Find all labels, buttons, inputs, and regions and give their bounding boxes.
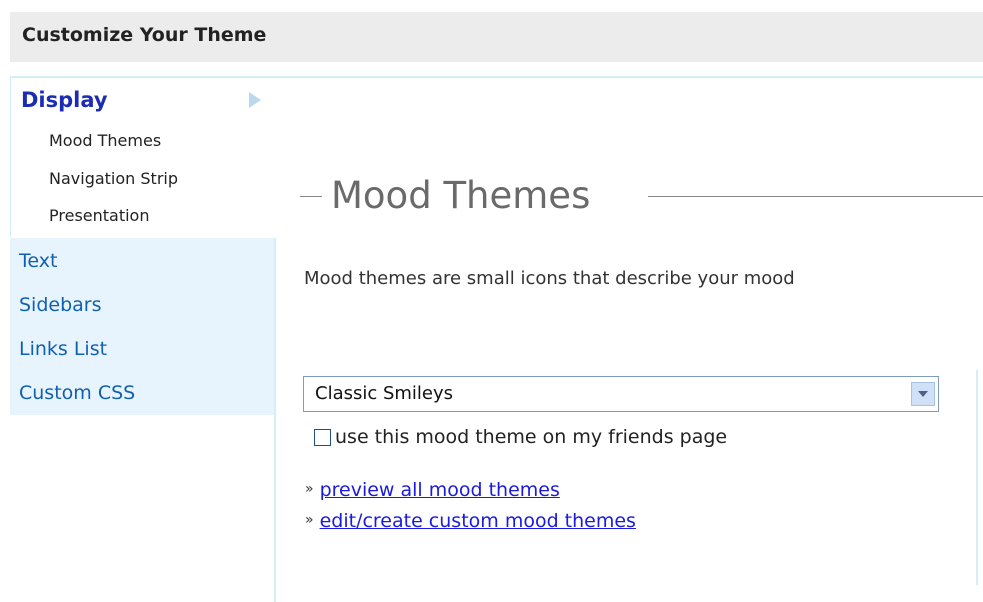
preview-mood-themes-link[interactable]: preview all mood themes [320,479,560,501]
section-description: Mood themes are small icons that describ… [304,268,795,289]
mood-theme-select[interactable]: Classic Smileys [303,376,939,412]
heading-rule-left [300,196,322,197]
heading-rule-right [648,196,983,197]
arrow-right-icon [249,92,261,108]
sidebar-subitem-navigation-strip[interactable]: Navigation Strip [49,169,178,188]
sidebar-item-display[interactable]: Display [21,88,108,112]
section-title: Mood Themes [331,174,591,217]
friends-page-checkbox-label[interactable]: use this mood theme on my friends page [335,426,727,448]
sidebar-section-display: Display Mood Themes Navigation Strip Pre… [10,78,275,237]
link-marker: » [305,512,314,528]
sidebar-item-sidebars[interactable]: Sidebars [19,294,102,316]
sidebar-subitem-presentation[interactable]: Presentation [49,206,149,225]
sidebar-item-custom-css[interactable]: Custom CSS [19,382,135,404]
link-row-preview: » preview all mood themes [305,479,560,501]
chevron-down-icon[interactable] [911,382,935,406]
sidebar-item-links-list[interactable]: Links List [19,338,107,360]
select-value: Classic Smileys [315,383,454,404]
link-row-edit: » edit/create custom mood themes [305,510,636,532]
section-heading: Mood Themes [300,172,983,222]
sidebar-item-text[interactable]: Text [19,250,57,272]
content-divider [274,238,276,602]
friends-page-checkbox[interactable] [314,429,331,446]
right-panel-divider [976,370,978,585]
edit-custom-mood-themes-link[interactable]: edit/create custom mood themes [320,510,636,532]
page-header: Customize Your Theme [10,12,983,62]
page-title: Customize Your Theme [22,24,267,46]
link-marker: » [305,481,314,497]
sidebar-list: Text Sidebars Links List Custom CSS [10,238,275,415]
sidebar-subitem-mood-themes[interactable]: Mood Themes [49,131,161,150]
